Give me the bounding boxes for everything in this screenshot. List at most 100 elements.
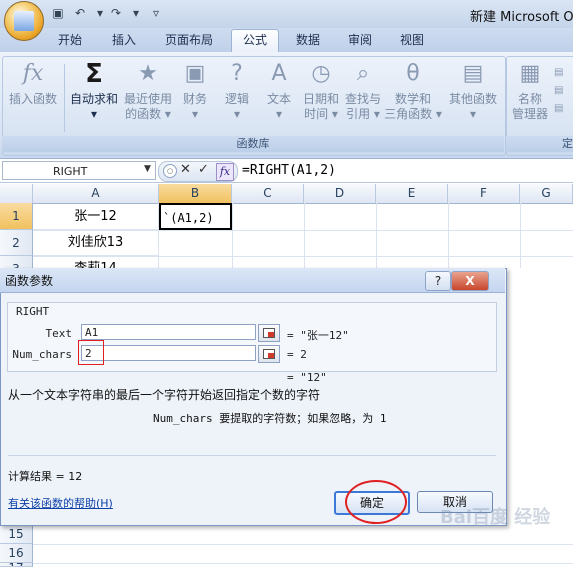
name-manager-label-2: 管理器	[511, 107, 548, 121]
function-description: 从一个文本字符串的最后一个字符开始返回指定个数的字符	[8, 388, 321, 402]
column-header-b[interactable]: B	[159, 184, 232, 203]
logical-button[interactable]: ? 逻辑 ▾	[218, 58, 256, 132]
column-header-d[interactable]: D	[304, 184, 376, 203]
row-header-1[interactable]: 1	[0, 203, 33, 230]
cell-a2[interactable]: 刘佳欣13	[33, 230, 159, 256]
financial-button[interactable]: ▣ 财务 ▾	[176, 58, 214, 132]
office-button[interactable]	[4, 1, 44, 41]
calculation-result: 计算结果 = 12	[8, 470, 83, 483]
financial-book-icon: ▣	[184, 61, 206, 86]
row-header-2[interactable]: 2	[0, 230, 33, 256]
row-header-16[interactable]: 16	[0, 544, 33, 563]
tab-data[interactable]: 数据	[286, 30, 330, 50]
name-box-dropdown-icon[interactable]: ▼	[144, 164, 151, 174]
grid-line	[448, 203, 449, 268]
name-box[interactable]: RIGHT	[2, 161, 156, 180]
function-name: RIGHT	[16, 305, 50, 318]
tab-page-layout[interactable]: 页面布局	[156, 30, 222, 50]
lookup-label: 查找与	[344, 92, 381, 106]
sigma-icon: Σ	[85, 59, 103, 89]
autosum-button[interactable]: Σ 自动求和 ▾	[66, 58, 122, 132]
column-header-c[interactable]: C	[232, 184, 304, 203]
date-time-label-2: 时间 ▾	[304, 107, 338, 121]
text-button[interactable]: A 文本 ▾	[260, 58, 298, 132]
recent-label: 最近使用	[123, 92, 172, 106]
num-chars-collapse-icon[interactable]	[258, 345, 280, 363]
grid-line	[520, 203, 521, 268]
text-arg-label: Text	[45, 327, 73, 340]
insert-function-label: 插入函数	[8, 92, 57, 106]
math-trig-button[interactable]: θ 数学和 三角函数 ▾	[384, 58, 442, 132]
customize-qat-icon[interactable]: ▿	[148, 5, 164, 21]
date-time-label: 日期和	[302, 92, 339, 106]
red-circle-annotation	[345, 480, 407, 524]
grid-line	[33, 544, 573, 545]
recent-book-icon: ★	[138, 61, 158, 86]
math-label-2: 三角函数 ▾	[384, 107, 442, 121]
dialog-title: 函数参数	[5, 274, 54, 288]
text-arg-input[interactable]: A1	[81, 324, 256, 340]
logical-label: 逻辑	[224, 92, 249, 106]
grid-line	[232, 203, 233, 268]
math-book-icon: θ	[406, 61, 420, 86]
name-manager-button[interactable]: ▦ 名称 管理器	[508, 58, 552, 132]
num-chars-arg-input[interactable]: 2	[81, 345, 256, 361]
column-header-e[interactable]: E	[376, 184, 448, 203]
insert-function-icon: fx	[22, 61, 44, 86]
more-functions-button[interactable]: ▤ 其他函数 ▾	[444, 58, 502, 132]
lookup-book-icon: ⌕	[356, 61, 370, 86]
tab-review[interactable]: 审阅	[338, 30, 382, 50]
tab-formulas[interactable]: 公式	[231, 29, 279, 53]
autosum-dropdown: ▾	[90, 107, 98, 121]
more-functions-dropdown: ▾	[469, 107, 477, 121]
grid-line	[376, 203, 377, 268]
column-header-g[interactable]: G	[520, 184, 573, 203]
cell-a1[interactable]: 张一12	[33, 203, 159, 230]
text-dropdown: ▾	[275, 107, 283, 121]
define-name-small-icons[interactable]: ▤ ▤ ▤	[554, 64, 570, 120]
baidu-watermark: Bai百度 经验	[440, 507, 551, 528]
undo-icon[interactable]: ↶	[72, 5, 88, 21]
grid-line	[304, 203, 305, 268]
office-logo-icon	[14, 11, 34, 31]
num-chars-arg-result: = 2	[287, 348, 307, 361]
name-manager-label: 名称	[517, 92, 542, 106]
function-help-link[interactable]: 有关该函数的帮助(H)	[8, 495, 113, 511]
num-chars-arg-label: Num_chars	[12, 348, 72, 361]
row-header-15[interactable]: 15	[0, 524, 33, 544]
date-time-button[interactable]: ◷ 日期和 时间 ▾	[300, 58, 342, 132]
dots-icon: ○	[163, 164, 177, 178]
insert-function-fx-icon[interactable]: fx	[216, 163, 234, 181]
save-icon[interactable]: ▣	[50, 5, 66, 21]
row-header-17[interactable]: 17	[0, 563, 33, 567]
math-label: 数学和	[394, 92, 431, 106]
cell-b1-active[interactable]: `(A1,2)	[159, 203, 232, 230]
recently-used-button[interactable]: ★ 最近使用 的函数 ▾	[122, 58, 174, 132]
recent-label-2: 的函数 ▾	[125, 107, 171, 121]
logical-dropdown: ▾	[233, 107, 241, 121]
cancel-icon[interactable]: ✕	[180, 162, 191, 177]
select-all-corner[interactable]	[0, 184, 33, 203]
ribbon-divider	[64, 64, 65, 132]
text-arg-collapse-icon[interactable]	[258, 324, 280, 342]
more-functions-label: 其他函数	[448, 92, 497, 106]
lookup-reference-button[interactable]: ⌕ 查找与 引用 ▾	[342, 58, 384, 132]
tab-home[interactable]: 开始	[48, 30, 92, 50]
insert-function-button[interactable]: fx 插入函数	[4, 58, 62, 132]
tab-view[interactable]: 视图	[390, 30, 434, 50]
dialog-close-button[interactable]: X	[451, 271, 489, 291]
column-header-f[interactable]: F	[448, 184, 520, 203]
column-header-a[interactable]: A	[33, 184, 159, 203]
formula-result-preview: = "12"	[287, 371, 327, 384]
tab-insert[interactable]: 插入	[102, 30, 146, 50]
undo-dropdown-icon[interactable]: ▾	[92, 5, 108, 21]
redo-icon[interactable]: ↷	[108, 5, 124, 21]
autosum-label: 自动求和	[69, 92, 118, 106]
window-title: 新建 Microsoft Of	[470, 10, 573, 25]
formula-input[interactable]: =RIGHT(A1,2)	[242, 161, 336, 181]
enter-icon[interactable]: ✓	[198, 162, 209, 177]
lookup-label-2: 引用 ▾	[346, 107, 380, 121]
redo-dropdown-icon[interactable]: ▾	[128, 5, 144, 21]
dialog-help-button[interactable]: ?	[425, 271, 451, 291]
logical-book-icon: ?	[231, 61, 243, 86]
